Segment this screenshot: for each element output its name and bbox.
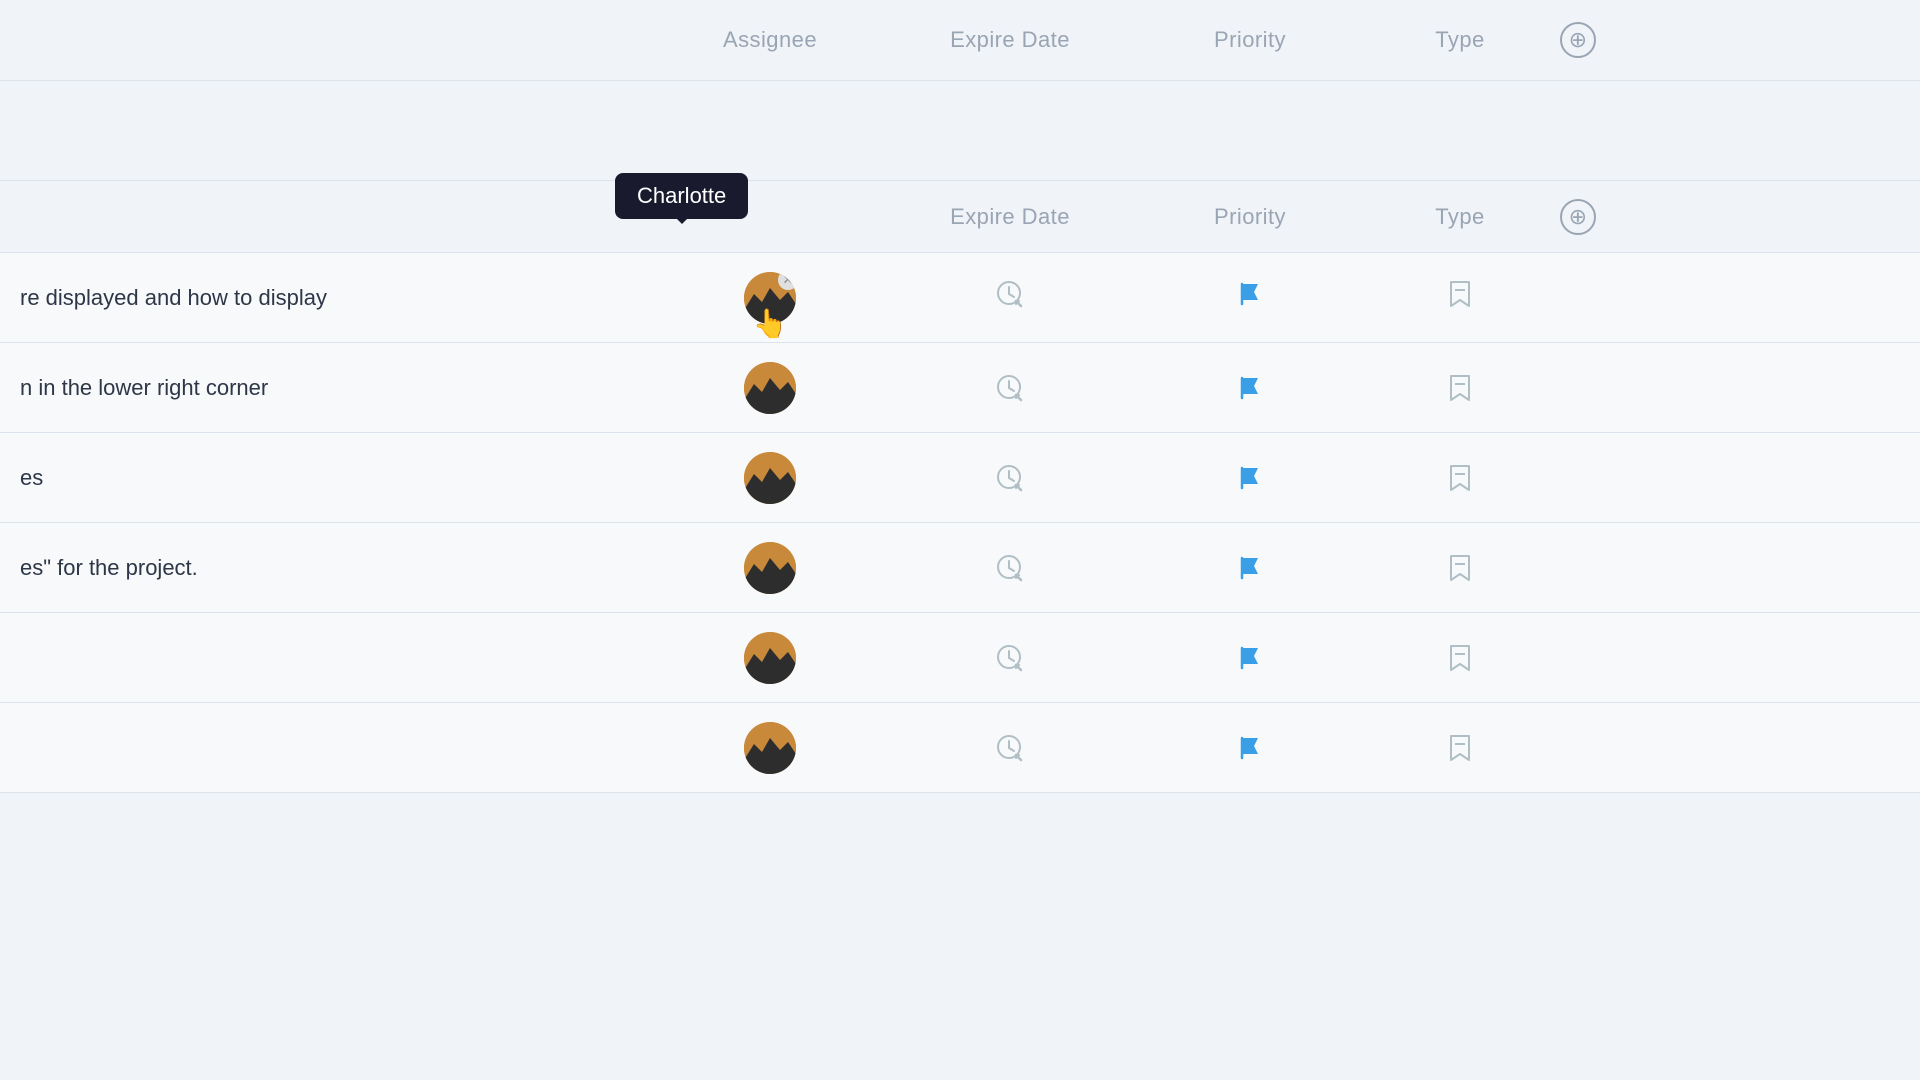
subheader-add-icon[interactable]: ⊕ — [1560, 199, 1596, 235]
expire-cell-5[interactable] — [880, 643, 1140, 673]
type-cell-3[interactable] — [1360, 464, 1560, 492]
flag-icon-3 — [1236, 464, 1264, 492]
type-cell-1[interactable] — [1360, 280, 1560, 315]
row-cells-1: ✕ 👆 — [660, 272, 1560, 324]
bookmark-icon-1 — [1447, 280, 1473, 315]
empty-spacer-row — [0, 81, 1920, 181]
bookmark-icon-5 — [1447, 644, 1473, 672]
expire-cell-6[interactable] — [880, 733, 1140, 763]
subheader-add-button[interactable]: ⊕ — [1560, 199, 1620, 235]
table-row: n in the lower right corner — [0, 343, 1920, 433]
clock-icon-5 — [995, 643, 1025, 673]
assignee-cell-6[interactable] — [660, 722, 880, 774]
type-cell-5[interactable] — [1360, 644, 1560, 672]
priority-cell-1[interactable] — [1140, 280, 1360, 315]
table-row: es" for the project. — [0, 523, 1920, 613]
priority-cell-5[interactable] — [1140, 644, 1360, 672]
row-cells-4 — [660, 542, 1560, 594]
subheader-type: Type — [1360, 204, 1560, 230]
col-header-type: Type — [1360, 27, 1560, 53]
charlotte-tooltip: Charlotte — [615, 173, 748, 219]
assignee-cell-5[interactable] — [660, 632, 880, 684]
bookmark-icon-2 — [1447, 374, 1473, 402]
avatar-5[interactable] — [744, 632, 796, 684]
priority-cell-2[interactable] — [1140, 374, 1360, 402]
bookmark-icon-6 — [1447, 734, 1473, 762]
remove-badge[interactable]: ✕ — [778, 272, 796, 290]
assignee-cell-1[interactable]: ✕ 👆 — [660, 272, 880, 324]
type-cell-6[interactable] — [1360, 734, 1560, 762]
avatar-4[interactable] — [744, 542, 796, 594]
add-column-button[interactable]: ⊕ — [1560, 22, 1620, 58]
row-cells-3 — [660, 452, 1560, 504]
subheader-priority: Priority — [1140, 204, 1360, 230]
clock-icon-1 — [995, 279, 1025, 316]
row-cells-6 — [660, 722, 1560, 774]
row-text-3: es — [0, 465, 660, 491]
add-icon[interactable]: ⊕ — [1560, 22, 1596, 58]
row-text-2: n in the lower right corner — [0, 375, 660, 401]
assignee-cell-3[interactable] — [660, 452, 880, 504]
avatar-2[interactable] — [744, 362, 796, 414]
flag-icon-2 — [1236, 374, 1264, 402]
bookmark-icon-3 — [1447, 464, 1473, 492]
assignee-cell-4[interactable] — [660, 542, 880, 594]
col-header-priority: Priority — [1140, 27, 1360, 53]
cursor-icon: 👆 — [753, 307, 788, 340]
row-cells-2 — [660, 362, 1560, 414]
subheader-expire: Expire Date — [880, 204, 1140, 230]
expire-cell-3[interactable] — [880, 463, 1140, 493]
type-cell-4[interactable] — [1360, 554, 1560, 582]
row-cells-5 — [660, 632, 1560, 684]
col-header-expire: Expire Date — [880, 27, 1140, 53]
row-text-4: es" for the project. — [0, 555, 660, 581]
table-row — [0, 613, 1920, 703]
header-row: Assignee Expire Date Priority Type ⊕ — [0, 0, 1920, 80]
priority-cell-4[interactable] — [1140, 554, 1360, 582]
priority-cell-6[interactable] — [1140, 734, 1360, 762]
flag-icon-4 — [1236, 554, 1264, 582]
clock-icon-2 — [995, 373, 1025, 403]
expire-cell-2[interactable] — [880, 373, 1140, 403]
table-row: re displayed and how to display ✕ 👆 — [0, 253, 1920, 343]
clock-icon-3 — [995, 463, 1025, 493]
row-text-1: re displayed and how to display — [0, 285, 660, 311]
col-header-assignee: Assignee — [660, 27, 880, 53]
subheader-row: Charlotte Expire Date Priority Type ⊕ — [0, 181, 1920, 253]
bookmark-icon-4 — [1447, 554, 1473, 582]
table-row: es — [0, 433, 1920, 523]
clock-icon-4 — [995, 553, 1025, 583]
priority-cell-3[interactable] — [1140, 464, 1360, 492]
type-cell-2[interactable] — [1360, 374, 1560, 402]
expire-cell-1[interactable] — [880, 279, 1140, 316]
flag-icon-6 — [1236, 734, 1264, 762]
page: Assignee Expire Date Priority Type ⊕ Cha… — [0, 0, 1920, 1080]
avatar-3[interactable] — [744, 452, 796, 504]
assignee-cell-2[interactable] — [660, 362, 880, 414]
clock-icon-6 — [995, 733, 1025, 763]
expire-cell-4[interactable] — [880, 553, 1140, 583]
flag-icon-5 — [1236, 644, 1264, 672]
flag-icon-1 — [1236, 280, 1264, 315]
table-row — [0, 703, 1920, 793]
avatar-6[interactable] — [744, 722, 796, 774]
